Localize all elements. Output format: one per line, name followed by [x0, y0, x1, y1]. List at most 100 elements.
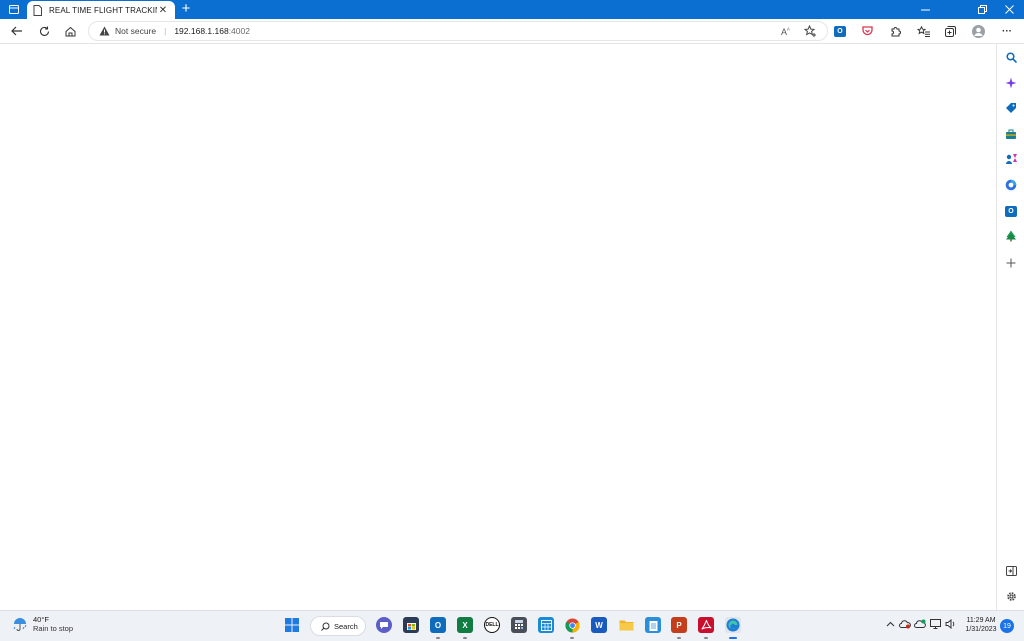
security-label[interactable]: Not secure	[115, 26, 156, 36]
chrome-app[interactable]	[564, 617, 580, 633]
add-favorite-button[interactable]	[801, 22, 819, 40]
url-host: 192.168.1.168	[174, 26, 229, 36]
notification-badge[interactable]: 19	[1000, 619, 1014, 633]
toolbox-icon	[1006, 129, 1016, 139]
weather-condition: Rain to stop	[33, 624, 74, 633]
sync-tray-icon[interactable]	[914, 619, 926, 631]
restore-icon	[977, 5, 987, 14]
url-port: :4002	[228, 26, 250, 36]
volume-tray-icon[interactable]	[945, 618, 956, 631]
outlook-icon: O	[834, 25, 846, 37]
home-button[interactable]	[61, 22, 79, 40]
onedrive-tray-icon[interactable]	[899, 619, 911, 631]
pocket-extension-button[interactable]	[858, 22, 876, 40]
settings-more-button[interactable]: ···	[998, 22, 1016, 40]
notepad-icon	[649, 620, 657, 631]
browser-titlebar: REAL TIME FLIGHT TRACKING ✕ +	[0, 0, 1024, 19]
extensions-button[interactable]	[886, 22, 904, 40]
running-indicator	[463, 637, 467, 639]
excel-app[interactable]: X	[457, 617, 473, 633]
tab-actions-icon	[9, 5, 19, 14]
close-window-button[interactable]	[994, 0, 1024, 19]
outlook-icon: O	[1005, 205, 1017, 217]
chat-icon	[380, 621, 388, 629]
browser-tab[interactable]: REAL TIME FLIGHT TRACKING ✕	[27, 1, 175, 19]
profile-button[interactable]	[969, 22, 987, 40]
file-explorer-app[interactable]	[618, 617, 634, 633]
refresh-icon	[39, 26, 49, 36]
sidebar-settings-button[interactable]	[1004, 589, 1018, 603]
windows-taskbar: 40°F Rain to stop Search O X DELL W P 11…	[0, 610, 1024, 641]
calendar-icon	[540, 619, 552, 631]
refresh-button[interactable]	[35, 22, 53, 40]
acrobat-app[interactable]	[698, 617, 714, 633]
restore-button[interactable]	[967, 0, 997, 19]
notepad-app[interactable]	[645, 617, 661, 633]
new-tab-button[interactable]: +	[178, 1, 194, 17]
chevron-up-icon	[886, 621, 895, 627]
show-hidden-icons-button[interactable]	[886, 619, 895, 629]
close-icon	[1004, 5, 1014, 14]
running-indicator	[704, 637, 708, 639]
page-content	[0, 44, 995, 610]
monitor-network-icon	[930, 619, 941, 629]
favorites-list-icon	[916, 25, 930, 37]
store-bag-icon	[406, 623, 416, 630]
minimize-button[interactable]	[910, 0, 940, 19]
folder-icon	[619, 620, 633, 631]
read-aloud-button[interactable]: Aᴬ	[778, 22, 796, 40]
back-button[interactable]	[8, 22, 26, 40]
outlook-extension-button[interactable]: O	[831, 22, 849, 40]
pocket-icon	[861, 26, 873, 36]
tab-close-button[interactable]: ✕	[157, 5, 169, 16]
chrome-icon	[564, 617, 580, 633]
dell-app[interactable]: DELL	[484, 617, 500, 633]
sidebar-search-button[interactable]	[1004, 50, 1018, 64]
plus-icon	[1006, 258, 1016, 268]
edge-app[interactable]	[725, 617, 741, 633]
games-icon	[1005, 154, 1017, 164]
sidebar-hide-button[interactable]	[1004, 564, 1018, 578]
star-plus-icon	[803, 25, 816, 37]
back-arrow-icon	[11, 26, 22, 36]
sidebar-outlook-button[interactable]: O	[1004, 204, 1018, 218]
tab-actions-button[interactable]	[4, 2, 24, 17]
taskbar-search[interactable]: Search	[310, 616, 366, 636]
search-icon	[1005, 51, 1017, 63]
weather-temperature: 40°F	[33, 615, 49, 624]
word-app[interactable]: W	[591, 617, 607, 633]
weather-widget[interactable]: 40°F Rain to stop	[12, 615, 73, 633]
office-icon	[1005, 179, 1017, 191]
collections-button[interactable]	[941, 22, 959, 40]
search-label: Search	[334, 621, 358, 631]
powerpoint-app[interactable]: P	[671, 617, 687, 633]
avatar	[971, 24, 985, 38]
running-indicator	[570, 637, 574, 639]
outlook-app[interactable]: O	[430, 617, 446, 633]
start-button[interactable]	[284, 617, 300, 633]
address-bar[interactable]: Not secure | 192.168.1.168:4002	[88, 21, 828, 41]
word-icon: W	[595, 620, 603, 630]
svg-text:ᴬ: ᴬ	[786, 26, 790, 34]
edge-sidebar: O	[996, 44, 1024, 610]
sidebar-games-button[interactable]	[1004, 152, 1018, 166]
read-aloud-icon: Aᴬ	[781, 26, 790, 36]
clock-date: 1/31/2023	[965, 626, 997, 633]
calculator-app[interactable]	[511, 617, 527, 633]
sidebar-tools-button[interactable]	[1004, 127, 1018, 141]
network-tray-icon[interactable]	[930, 619, 941, 631]
calendar-app[interactable]	[538, 617, 554, 633]
sidebar-add-button[interactable]	[1004, 256, 1018, 270]
store-app[interactable]	[403, 617, 419, 633]
minimize-icon	[920, 9, 930, 11]
powerpoint-icon: P	[676, 620, 682, 630]
sidebar-tree-button[interactable]	[1004, 229, 1018, 243]
sidebar-office-button[interactable]	[1004, 178, 1018, 192]
sidebar-shopping-button[interactable]	[1004, 101, 1018, 115]
sidebar-discover-button[interactable]	[1004, 76, 1018, 90]
taskbar-clock[interactable]: 11:29 AM 1/31/2023	[962, 616, 1000, 634]
running-indicator	[436, 637, 440, 639]
favorites-button[interactable]	[914, 22, 932, 40]
puzzle-icon	[891, 26, 901, 36]
teams-chat-app[interactable]	[376, 617, 392, 633]
